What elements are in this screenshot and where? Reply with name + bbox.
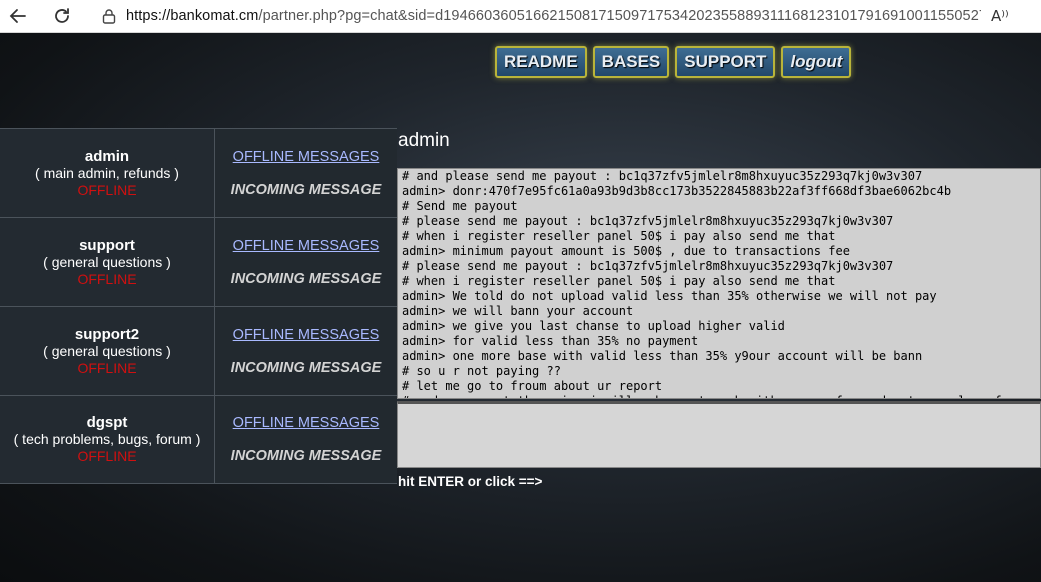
contact-info: admin ( main admin, refunds ) OFFLINE: [0, 129, 215, 217]
contact-description: ( general questions ): [43, 253, 171, 270]
contacts-table: admin ( main admin, refunds ) OFFLINE OF…: [0, 128, 397, 484]
chat-line: # please send me payout : bc1q37zfv5jmle…: [402, 214, 894, 228]
contact-info: dgspt ( tech problems, bugs, forum ) OFF…: [0, 396, 215, 483]
contact-actions: OFFLINE MESSAGES INCOMING MESSAGE: [215, 129, 397, 217]
readme-button[interactable]: README: [495, 46, 587, 78]
contact-actions: OFFLINE MESSAGES INCOMING MESSAGE: [215, 396, 397, 483]
logout-button[interactable]: logout: [781, 46, 852, 78]
chat-line: admin> minimum payout amount is 500$ , d…: [402, 244, 850, 258]
chat-line: # when i register reseller panel 50$ i p…: [402, 274, 836, 288]
chat-line: # when i register reseller panel 50$ i p…: [402, 229, 836, 243]
chat-line: admin> for valid less than 35% no paymen…: [402, 334, 699, 348]
top-nav: README BASES SUPPORT logout: [495, 46, 852, 78]
offline-messages-link[interactable]: OFFLINE MESSAGES: [233, 327, 380, 343]
contact-row: dgspt ( tech problems, bugs, forum ) OFF…: [0, 395, 397, 484]
browser-toolbar: https://bankomat.cm/partner.php?pg=chat&…: [0, 0, 1041, 33]
contact-name: dgspt: [86, 414, 128, 431]
contact-description: ( main admin, refunds ): [35, 164, 179, 181]
contact-actions: OFFLINE MESSAGES INCOMING MESSAGE: [215, 218, 397, 306]
bases-button[interactable]: BASES: [592, 46, 670, 78]
lock-icon[interactable]: [100, 7, 118, 25]
contact-status: OFFLINE: [77, 448, 137, 464]
contact-info: support ( general questions ) OFFLINE: [0, 218, 215, 306]
contact-name: support: [79, 236, 135, 254]
chat-line: # and we report the noise i will make ne…: [402, 394, 1036, 398]
chat-line: admin> we give you last chanse to upload…: [402, 319, 785, 333]
offline-messages-link[interactable]: OFFLINE MESSAGES: [233, 149, 380, 165]
chat-line: # Send me payout: [402, 199, 518, 213]
offline-messages-link[interactable]: OFFLINE MESSAGES: [233, 415, 380, 431]
chat-line: # please send me payout : bc1q37zfv5jmle…: [402, 259, 894, 273]
message-input[interactable]: [397, 401, 1041, 468]
url-path: /partner.php?pg=chat&sid=d19466036051662…: [258, 8, 981, 24]
refresh-icon: [55, 8, 69, 23]
incoming-message-label: INCOMING MESSAGE: [230, 181, 382, 198]
chat-log[interactable]: # and please send me payout : bc1q37zfv5…: [397, 168, 1041, 399]
chat-line: admin> We told do not upload valid less …: [402, 289, 937, 303]
contact-name: support2: [74, 325, 140, 343]
contact-info: support2 ( general questions ) OFFLINE: [0, 307, 215, 395]
chat-line: # let me go to froum about ur report: [402, 379, 663, 393]
url-host: https://bankomat.cm: [126, 8, 259, 24]
back-arrow-icon: [9, 9, 26, 23]
reader-mode-icon[interactable]: A⁾⁾: [991, 7, 1009, 25]
chat-line: admin> one more base with valid less tha…: [402, 349, 923, 363]
contact-status: OFFLINE: [77, 270, 137, 287]
offline-messages-link[interactable]: OFFLINE MESSAGES: [233, 238, 380, 254]
chat-title: admin: [398, 130, 450, 151]
chat-line: # and please send me payout : bc1q37zfv5…: [402, 169, 923, 183]
chat-line: # so u r not paying ??: [402, 364, 561, 378]
chat-line: admin> donr:470f7e95fc61a0a93b9d3b8cc173…: [402, 184, 952, 198]
chat-line: admin> we will bann your account: [402, 304, 634, 318]
contact-row: support ( general questions ) OFFLINE OF…: [0, 217, 397, 306]
back-button[interactable]: [4, 2, 32, 30]
contact-description: ( general questions ): [43, 342, 171, 359]
support-button[interactable]: SUPPORT: [675, 46, 776, 78]
contact-actions: OFFLINE MESSAGES INCOMING MESSAGE: [215, 307, 397, 395]
contact-name: admin: [84, 147, 130, 165]
contact-status: OFFLINE: [77, 181, 137, 198]
contact-row: support2 ( general questions ) OFFLINE O…: [0, 306, 397, 395]
incoming-message-label: INCOMING MESSAGE: [230, 359, 382, 376]
refresh-button[interactable]: [48, 2, 76, 30]
incoming-message-label: INCOMING MESSAGE: [230, 448, 382, 464]
contact-status: OFFLINE: [77, 359, 137, 376]
contact-row: admin ( main admin, refunds ) OFFLINE OF…: [0, 128, 397, 217]
incoming-message-label: INCOMING MESSAGE: [230, 270, 382, 287]
contact-description: ( tech problems, bugs, forum ): [13, 431, 201, 447]
address-bar[interactable]: https://bankomat.cm/partner.php?pg=chat&…: [126, 8, 981, 24]
send-hint[interactable]: hit ENTER or click ==>: [398, 474, 542, 489]
